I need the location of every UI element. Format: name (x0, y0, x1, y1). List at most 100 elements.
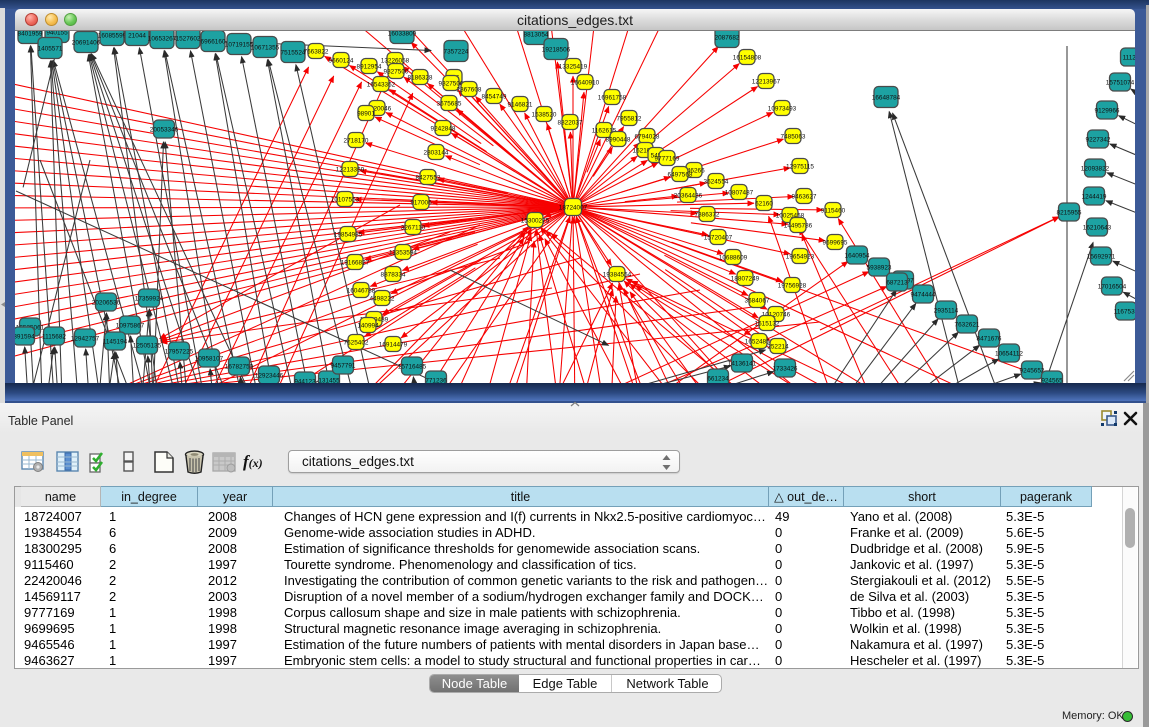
svg-text:10975867: 10975867 (116, 322, 145, 329)
svg-text:16640910: 16640910 (571, 79, 600, 86)
svg-text:140994: 140994 (357, 322, 379, 329)
svg-text:8878334: 8878334 (381, 271, 406, 278)
svg-text:15716485: 15716485 (398, 363, 427, 370)
svg-text:12923446: 12923446 (255, 372, 284, 379)
svg-text:13325419: 13325419 (559, 63, 588, 70)
svg-text:8401959: 8401959 (18, 31, 43, 37)
svg-text:98901: 98901 (357, 110, 375, 117)
svg-text:7625402: 7625402 (344, 339, 369, 346)
svg-text:14495786: 14495786 (784, 222, 813, 229)
svg-text:19654923: 19654923 (786, 253, 815, 260)
svg-text:1538520: 1538520 (532, 111, 557, 118)
svg-text:2087682: 2087682 (715, 34, 740, 41)
svg-text:10688609: 10688609 (719, 254, 748, 261)
svg-text:8813054: 8813054 (524, 31, 549, 38)
svg-text:3624554: 3624554 (704, 178, 729, 185)
svg-text:9115460: 9115460 (821, 207, 846, 214)
svg-text:687213: 687213 (886, 279, 908, 286)
svg-text:10653267: 10653267 (148, 35, 177, 42)
svg-text:16782759: 16782759 (225, 363, 254, 370)
svg-text:661234: 661234 (707, 375, 729, 382)
svg-text:7485063: 7485063 (781, 133, 806, 140)
svg-text:10958107: 10958107 (195, 355, 224, 362)
svg-text:8215955: 8215955 (1057, 209, 1082, 216)
svg-text:7357224: 7357224 (444, 48, 469, 55)
svg-text:4498222: 4498222 (370, 295, 395, 302)
svg-text:2935114: 2935114 (934, 307, 959, 314)
svg-text:1733426: 1733426 (773, 365, 798, 372)
svg-text:12505135: 12505135 (133, 342, 162, 349)
svg-text:6794028: 6794028 (635, 133, 660, 140)
svg-text:917006: 917006 (410, 199, 432, 206)
svg-text:14136141: 14136141 (728, 360, 757, 367)
svg-text:15692971: 15692971 (1087, 253, 1116, 260)
svg-text:8990448: 8990448 (606, 136, 631, 143)
svg-text:10973493: 10973493 (768, 105, 797, 112)
svg-text:1640954: 1640954 (845, 252, 870, 259)
svg-text:8471676: 8471676 (977, 335, 1002, 342)
svg-text:21044: 21044 (128, 32, 146, 39)
svg-text:1615132: 1615132 (755, 320, 780, 327)
svg-text:15751074: 15751074 (1106, 79, 1135, 86)
svg-text:16154808: 16154808 (733, 54, 762, 61)
svg-text:7955812: 7955812 (617, 115, 642, 122)
svg-text:252214: 252214 (767, 343, 789, 350)
svg-text:8186328: 8186328 (408, 74, 433, 81)
svg-text:17957225: 17957225 (165, 348, 194, 355)
svg-text:1145194: 1145194 (103, 338, 128, 345)
svg-text:12975115: 12975115 (786, 163, 814, 170)
svg-text:9457791: 9457791 (331, 362, 356, 369)
svg-text:1527602: 1527602 (176, 35, 201, 42)
svg-text:15300275: 15300275 (521, 217, 550, 224)
svg-text:16033809: 16033809 (388, 31, 417, 37)
svg-text:8427552: 8427552 (416, 174, 441, 181)
svg-text:9242848: 9242848 (431, 125, 456, 132)
svg-text:16210643: 16210643 (1083, 224, 1112, 231)
svg-text:10719155: 10719155 (225, 41, 254, 48)
svg-text:9146821: 9146821 (508, 101, 533, 108)
svg-text:6966160: 6966160 (201, 38, 226, 45)
svg-text:10807487: 10807487 (725, 189, 754, 196)
svg-text:8454749: 8454749 (482, 93, 507, 100)
svg-text:9129966: 9129966 (1095, 107, 1120, 114)
svg-text:19218506: 19218506 (542, 46, 571, 53)
svg-text:20053346: 20053346 (150, 126, 179, 133)
svg-text:62160: 62160 (755, 200, 773, 207)
svg-text:1405571: 1405571 (38, 45, 63, 52)
svg-text:19854985: 19854985 (334, 231, 363, 238)
svg-text:19166827: 19166827 (341, 259, 370, 266)
svg-text:16648784: 16648784 (872, 94, 901, 101)
svg-text:17016504: 17016504 (1098, 283, 1127, 290)
svg-text:10671355: 10671355 (251, 44, 280, 51)
svg-text:9474444: 9474444 (911, 291, 936, 298)
svg-text:16046788: 16046788 (347, 287, 376, 294)
svg-text:20206536: 20206536 (92, 299, 121, 306)
svg-text:18807249: 18807249 (731, 275, 760, 282)
svg-text:7632621: 7632621 (955, 321, 980, 328)
svg-text:12213967: 12213967 (752, 78, 781, 85)
svg-text:1167533: 1167533 (1114, 308, 1135, 315)
svg-text:16543362: 16543362 (367, 81, 396, 88)
svg-text:391594: 391594 (15, 333, 35, 340)
svg-text:2803144: 2803144 (424, 149, 449, 156)
svg-text:7386372: 7386372 (695, 211, 720, 218)
svg-text:9327500: 9327500 (384, 68, 409, 75)
svg-text:20364436: 20364436 (674, 192, 703, 199)
svg-text:1115682: 1115682 (42, 333, 66, 340)
svg-text:7515524: 7515524 (281, 49, 306, 56)
svg-text:10654112: 10654112 (995, 350, 1023, 357)
svg-text:8912954: 8912954 (357, 63, 382, 70)
svg-text:12213369: 12213369 (336, 166, 365, 173)
svg-text:9699695: 9699695 (823, 239, 848, 246)
svg-text:10107553: 10107553 (331, 196, 360, 203)
svg-text:6497568: 6497568 (668, 171, 693, 178)
svg-text:12942757: 12942757 (71, 335, 100, 342)
svg-text:9660124: 9660124 (329, 57, 354, 64)
svg-text:2367608: 2367608 (457, 86, 482, 93)
svg-text:1244419: 1244419 (1082, 193, 1107, 200)
svg-text:17359924: 17359924 (135, 295, 164, 302)
svg-text:20691406: 20691406 (72, 39, 101, 46)
svg-text:3675685: 3675685 (437, 100, 462, 107)
svg-text:7663822: 7663822 (304, 48, 329, 55)
svg-text:9245652: 9245652 (1020, 367, 1045, 374)
